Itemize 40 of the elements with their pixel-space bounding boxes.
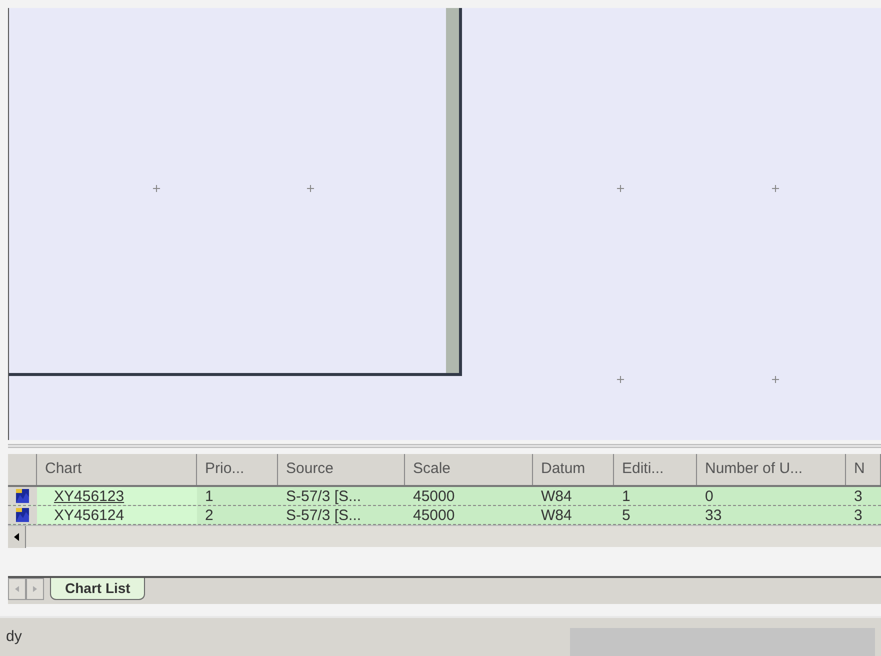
chart-map-icon (16, 508, 29, 522)
column-header[interactable]: Scale (405, 454, 533, 485)
scroll-left-button[interactable] (8, 526, 26, 548)
table-cell-text: 45000 (412, 487, 456, 505)
column-header[interactable]: Source (278, 454, 405, 485)
table-cell-text: 1 (621, 487, 632, 505)
column-header[interactable]: N (846, 454, 881, 485)
table-cell-text: 0 (704, 487, 714, 505)
table-cell-text: S-57/3 [S... (285, 506, 362, 524)
column-header[interactable]: Chart (37, 454, 197, 485)
table-cell-text: 45000 (412, 506, 456, 524)
column-header[interactable]: Editi... (614, 454, 697, 485)
chart-map-icon (16, 489, 29, 503)
tab-scroll-right-button[interactable] (26, 578, 44, 600)
grid-cross-icon (772, 376, 779, 383)
grid-cross-icon (772, 185, 779, 192)
table-cell[interactable]: XY456123 (37, 487, 197, 505)
grid-cross-icon (617, 185, 624, 192)
tab-scroll-left-button[interactable] (8, 578, 26, 600)
table-cell-text: S-57/3 [S... (285, 487, 362, 505)
left-arrow-icon (14, 533, 19, 541)
column-header[interactable]: Number of U... (697, 454, 846, 485)
table-cell-text: 3 (853, 487, 864, 505)
table-cell-text: 33 (704, 506, 723, 524)
left-arrow-icon (15, 586, 19, 592)
table-cell-text: 5 (621, 506, 632, 524)
column-header[interactable]: Prio... (197, 454, 278, 485)
table-cell-text: 1 (204, 487, 214, 505)
grid-cross-icon (307, 185, 314, 192)
table-cell-text: 3 (853, 506, 864, 524)
column-header[interactable]: Datum (533, 454, 614, 485)
right-arrow-icon (33, 586, 37, 592)
table-cell-text: W84 (540, 487, 573, 505)
table-cell[interactable]: XY456124 (37, 506, 197, 524)
status-text: dy (6, 626, 22, 647)
grid-cross-icon (153, 185, 160, 192)
table-cell-text: 2 (204, 506, 214, 524)
sheet-tab[interactable]: Chart List (50, 578, 146, 600)
grid-cross-icon (617, 376, 624, 383)
table-cell-text: W84 (540, 506, 573, 524)
